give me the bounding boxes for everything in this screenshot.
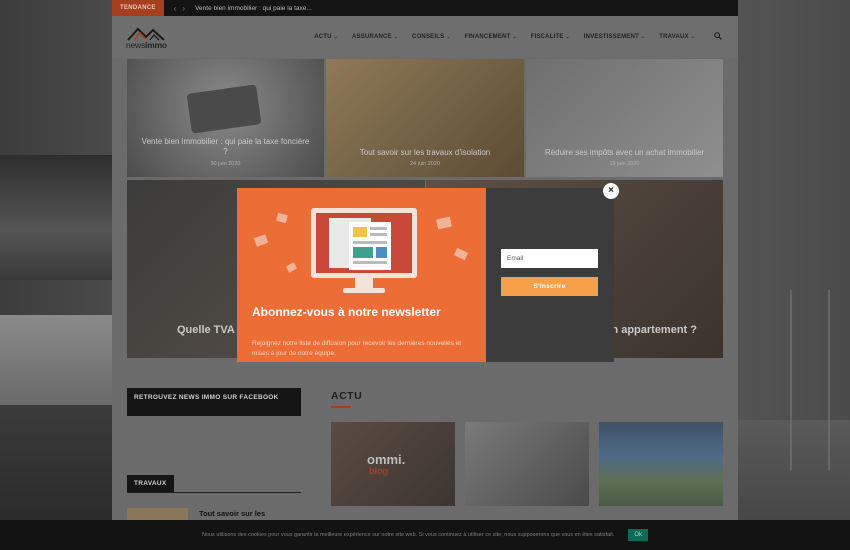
close-icon[interactable]: × xyxy=(603,183,619,199)
chevron-down-icon: ⌄ xyxy=(393,34,399,40)
actu-heading: ACTU xyxy=(331,390,363,402)
chevron-down-icon: ⌄ xyxy=(512,34,517,40)
ticker-arrows: ‹ › xyxy=(174,4,185,13)
card-title[interactable]: Tout savoir sur les travaux d'isolation xyxy=(326,148,524,158)
sidebar: RETROUVEZ NEWS IMMO SUR FACEBOOK xyxy=(127,388,301,416)
chevron-down-icon: ⌄ xyxy=(446,34,451,40)
paper-shape xyxy=(285,262,298,273)
cookie-text: Nous utilisons des cookies pour vous gar… xyxy=(201,532,615,538)
trend-label: TENDANCE xyxy=(112,0,164,16)
cookie-ok-button[interactable]: Ok xyxy=(628,529,649,541)
popup-illustration-panel: Abonnez-vous à notre newsletter Rejoigne… xyxy=(237,188,486,362)
menu-item-fiscalite[interactable]: FISCALITE ⌄ xyxy=(524,34,577,40)
menu-label: ACTU xyxy=(314,34,332,40)
logo-word-bold: immo xyxy=(145,39,167,50)
chevron-down-icon: ⌄ xyxy=(690,34,695,40)
menu-item-actu[interactable]: ACTU ⌄ xyxy=(307,34,345,40)
travaux-heading: TRAVAUX xyxy=(127,475,174,493)
menu-label: ASSURANCE xyxy=(351,34,392,40)
chevron-down-icon: ⌄ xyxy=(565,34,570,40)
newsletter-popup: Abonnez-vous à notre newsletter Rejoigne… xyxy=(237,188,614,362)
card-date: 19 juin 2020 xyxy=(609,161,640,167)
actu-underline xyxy=(331,406,351,408)
actu-thumbnail-1[interactable]: ommi. blog xyxy=(331,422,455,506)
background-street-photo xyxy=(0,155,112,280)
menu-label: INVESTISSEMENT xyxy=(583,34,639,40)
chevron-down-icon: ⌄ xyxy=(333,34,338,40)
menu-item-investissement[interactable]: INVESTISSEMENT ⌄ xyxy=(577,34,652,40)
card-date: 30 juin 2020 xyxy=(210,161,241,167)
actu-thumbnail-2[interactable] xyxy=(465,422,589,506)
chevron-right-icon[interactable]: › xyxy=(182,4,185,13)
house-logo-icon xyxy=(127,27,165,41)
chevron-down-icon: ⌄ xyxy=(640,34,646,40)
paper-shape xyxy=(253,234,269,247)
background-stool xyxy=(790,290,830,470)
card-title[interactable]: Vente bien immobilier : qui paie la taxe… xyxy=(127,137,324,156)
top-bar: TENDANCE ‹ › Vente bien immobilier : qui… xyxy=(112,0,738,16)
facebook-widget-heading: RETROUVEZ NEWS IMMO SUR FACEBOOK xyxy=(127,388,301,416)
thumbnail-brand-text: ommi. xyxy=(367,452,406,467)
paper-shape xyxy=(276,212,288,224)
featured-card-taxe[interactable]: Vente bien immobilier : qui paie la taxe… xyxy=(127,59,324,177)
logo-text: newsimmo xyxy=(126,40,167,50)
cookie-banner: Nous utilisons des cookies pour vous gar… xyxy=(0,520,850,550)
paper-shape xyxy=(436,216,452,230)
menu-bar: ACTU ⌄ ASSURANCE ⌄ CONSEILS ⌄ FINANCEMEN… xyxy=(307,34,702,40)
subscribe-button[interactable]: S'inscrire xyxy=(501,277,598,296)
background-sofa xyxy=(0,315,112,405)
thumbnail-brand-sub: blog xyxy=(369,466,388,476)
divider xyxy=(127,492,301,493)
main-navigation: newsimmo ACTU ⌄ ASSURANCE ⌄ CONSEILS ⌄ F… xyxy=(112,16,738,58)
menu-item-assurance[interactable]: ASSURANCE ⌄ xyxy=(345,34,405,40)
calculator-image xyxy=(186,84,262,134)
search-icon[interactable] xyxy=(714,32,722,40)
ticker-link[interactable]: Vente bien immobilier : qui paie la taxe… xyxy=(195,5,312,12)
popup-form-panel xyxy=(486,188,614,362)
newsletter-monitor-icon xyxy=(311,208,417,293)
card-date: 24 juin 2020 xyxy=(410,161,440,167)
email-input[interactable] xyxy=(501,249,598,268)
menu-label: FISCALITE xyxy=(530,34,564,40)
paper-shape xyxy=(453,247,469,261)
menu-label: CONSEILS xyxy=(412,34,445,40)
popup-title: Abonnez-vous à notre newsletter xyxy=(252,305,441,319)
logo-word-light: news xyxy=(126,39,146,50)
site-logo[interactable]: newsimmo xyxy=(126,25,167,50)
background-floor xyxy=(0,405,112,525)
menu-item-travaux[interactable]: TRAVAUX ⌄ xyxy=(652,34,702,40)
menu-item-conseils[interactable]: CONSEILS ⌄ xyxy=(405,34,458,40)
chevron-left-icon[interactable]: ‹ xyxy=(174,4,177,13)
featured-card-impots[interactable]: Réduire ses impôts avec un achat immobil… xyxy=(526,59,723,177)
popup-description: Rejoignez notre liste de diffusion pour … xyxy=(252,340,462,357)
menu-label: FINANCEMENT xyxy=(464,34,511,40)
travaux-item-title[interactable]: Tout savoir sur les xyxy=(199,509,265,518)
menu-label: TRAVAUX xyxy=(659,34,689,40)
actu-thumbnail-3[interactable] xyxy=(599,422,723,506)
card-title[interactable]: Réduire ses impôts avec un achat immobil… xyxy=(526,148,723,158)
featured-card-isolation[interactable]: Tout savoir sur les travaux d'isolation … xyxy=(326,59,524,177)
menu-item-financement[interactable]: FINANCEMENT ⌄ xyxy=(458,34,524,40)
